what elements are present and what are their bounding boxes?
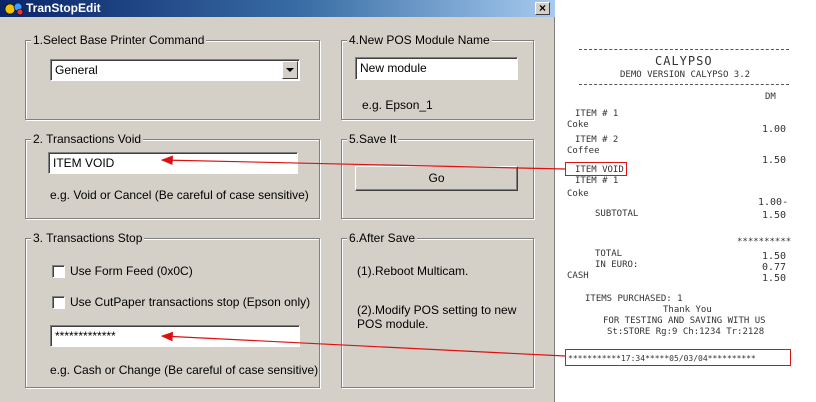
void-arrow xyxy=(160,155,566,170)
stop-arrow xyxy=(160,331,566,357)
annotation-arrows xyxy=(160,155,566,357)
